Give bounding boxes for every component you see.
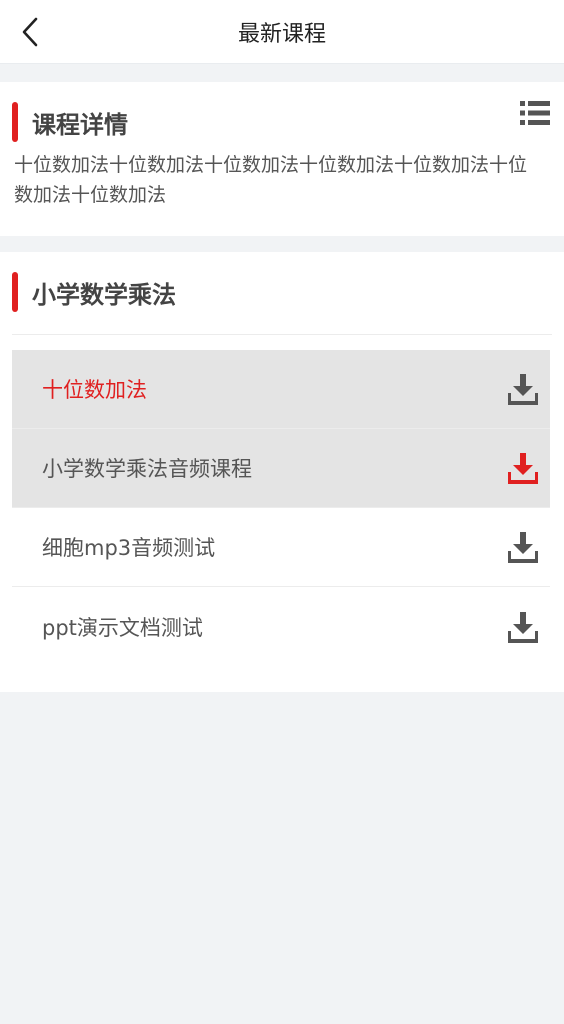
list-item[interactable]: 小学数学乘法音频课程 — [12, 429, 550, 508]
section-accent-bar — [12, 272, 18, 312]
lesson-label: ppt演示文档测试 — [42, 615, 203, 640]
course-chapter-card: 小学数学乘法 十位数加法 小学数学乘法音频课程 细胞mp3音频测试 ppt演示文… — [0, 252, 564, 692]
lesson-list: 十位数加法 小学数学乘法音频课程 细胞mp3音频测试 ppt演示文档测试 — [12, 350, 550, 666]
course-description: 十位数加法十位数加法十位数加法十位数加法十位数加法十位数加法十位数加法 — [14, 154, 528, 206]
divider — [12, 334, 552, 335]
top-nav-bar: 最新课程 — [0, 0, 564, 64]
section-accent-bar — [12, 102, 18, 142]
page-title: 最新课程 — [237, 22, 326, 47]
course-detail-header: 课程详情 — [12, 102, 128, 142]
course-chapter-header: 小学数学乘法 — [12, 272, 176, 312]
list-item[interactable]: ppt演示文档测试 — [12, 587, 550, 666]
lesson-label: 小学数学乘法音频课程 — [42, 457, 252, 481]
course-chapter-title: 小学数学乘法 — [32, 280, 176, 309]
download-icon[interactable] — [508, 531, 538, 563]
list-item[interactable]: 细胞mp3音频测试 — [12, 508, 550, 587]
course-detail-card: 课程详情 十位数加法十位数加法十位数加法十位数加法十位数加法十位数加法十位数加法 — [0, 82, 564, 236]
list-icon[interactable] — [520, 100, 550, 126]
lesson-label: 十位数加法 — [42, 378, 147, 402]
lesson-label: 细胞mp3音频测试 — [42, 536, 216, 560]
download-icon[interactable] — [508, 452, 538, 484]
course-detail-title: 课程详情 — [32, 110, 128, 139]
download-icon[interactable] — [508, 373, 538, 405]
list-item[interactable]: 十位数加法 — [12, 350, 550, 429]
download-icon[interactable] — [508, 611, 538, 643]
